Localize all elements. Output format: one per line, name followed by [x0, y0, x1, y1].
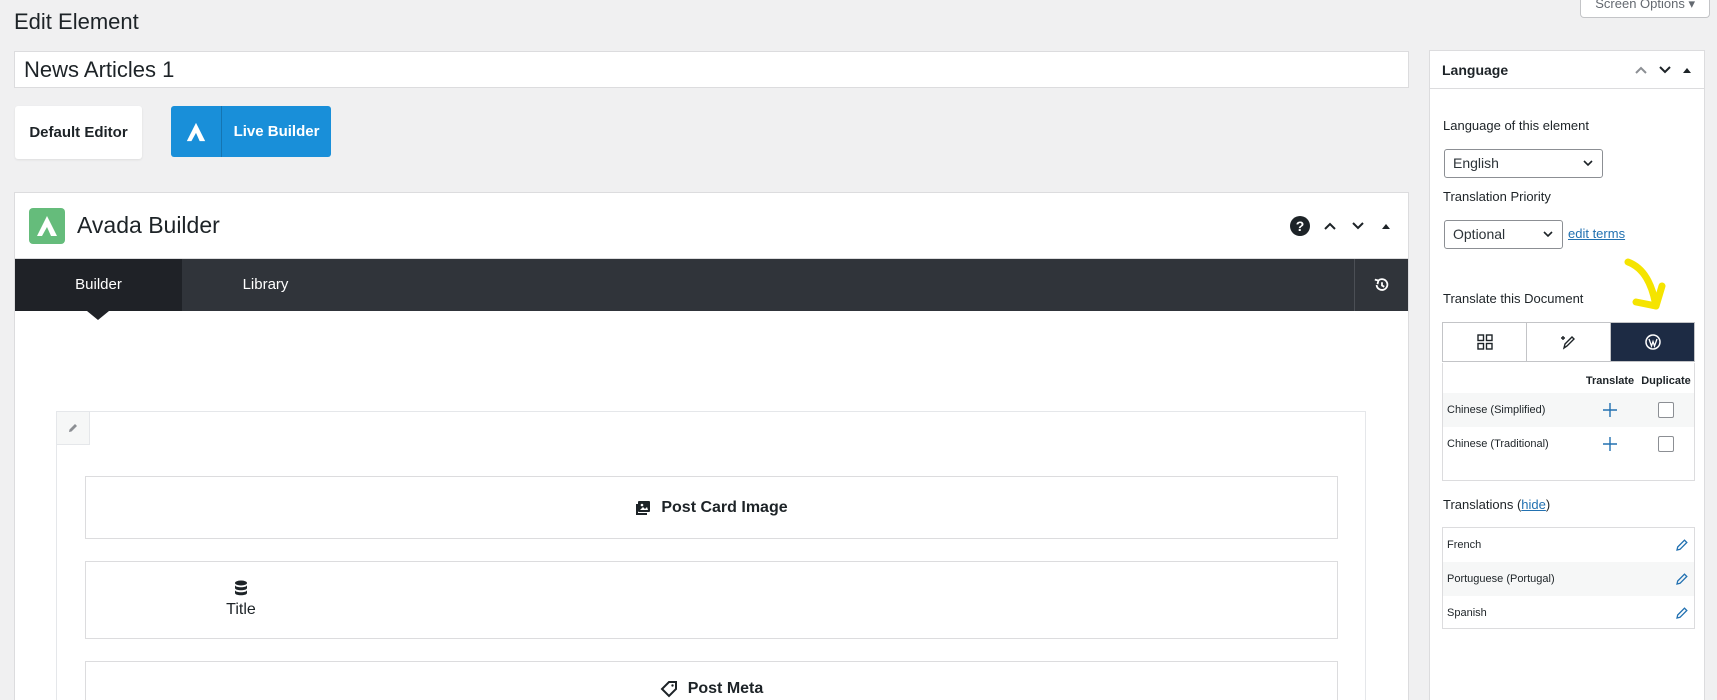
collapse-toggle-icon[interactable] — [1378, 218, 1394, 234]
translate-doc-label: Translate this Document — [1443, 291, 1584, 306]
magic-edit-icon[interactable] — [1527, 323, 1611, 361]
screen-options-button[interactable]: Screen Options ▾ — [1580, 0, 1710, 18]
element-post-meta[interactable]: Post Meta — [85, 661, 1338, 700]
translations-label-text: Translations ( — [1443, 497, 1522, 512]
live-builder-label: Live Builder — [233, 123, 320, 140]
avada-logo-icon — [29, 207, 65, 244]
translations-table: French Portuguese (Portugal) Spanish — [1442, 527, 1695, 629]
language-select-value: English — [1453, 155, 1499, 171]
title-input[interactable] — [14, 51, 1409, 88]
translation-language: French — [1447, 539, 1482, 551]
pencil-icon[interactable] — [57, 412, 90, 445]
language-label: Language of this element — [1443, 118, 1589, 133]
chevron-up-icon[interactable] — [1634, 65, 1648, 75]
list-item: French — [1443, 528, 1694, 562]
col-duplicate: Duplicate — [1641, 375, 1691, 387]
language-metabox: Language Language of this element Englis… — [1429, 50, 1705, 700]
avada-logo-icon — [171, 106, 222, 157]
plus-icon[interactable] — [1582, 436, 1638, 452]
table-row: Chinese (Simplified) — [1443, 393, 1694, 427]
chevron-down-icon[interactable] — [1658, 65, 1672, 75]
priority-label: Translation Priority — [1443, 189, 1551, 204]
priority-select-value: Optional — [1453, 226, 1506, 242]
language-select[interactable]: English — [1444, 149, 1603, 178]
duplicate-checkbox[interactable] — [1638, 436, 1694, 452]
hide-link[interactable]: hide — [1521, 497, 1546, 512]
wordpress-icon[interactable] — [1611, 323, 1694, 361]
tab-library[interactable]: Library — [182, 259, 349, 311]
priority-select[interactable]: Optional — [1444, 220, 1563, 249]
help-icon[interactable]: ? — [1290, 215, 1310, 236]
list-item: Spanish — [1443, 596, 1694, 630]
row-language: Chinese (Simplified) — [1447, 404, 1546, 416]
chevron-down-icon[interactable] — [1350, 218, 1366, 234]
chevron-up-icon[interactable] — [1322, 218, 1338, 234]
element-post-card-image[interactable]: Post Card Image — [85, 476, 1338, 539]
tag-icon — [660, 681, 677, 698]
pencil-icon[interactable] — [1675, 572, 1689, 586]
chevron-down-icon — [1583, 160, 1593, 167]
avada-builder-panel: Avada Builder ? Builder Library Post Car… — [14, 192, 1409, 700]
edit-terms-link[interactable]: edit terms — [1568, 226, 1625, 241]
page-title: Edit Element — [14, 9, 139, 34]
image-icon — [636, 500, 651, 515]
plus-icon[interactable] — [1582, 402, 1638, 418]
history-icon[interactable] — [1354, 259, 1408, 311]
builder-nav: Builder Library — [15, 259, 1408, 320]
element-label: Title — [226, 601, 256, 618]
col-translate: Translate — [1585, 375, 1635, 387]
translations-label: Translations (hide) — [1443, 497, 1550, 512]
tab-builder[interactable]: Builder — [15, 259, 182, 320]
pencil-icon[interactable] — [1675, 538, 1689, 552]
translations-label-close: ) — [1545, 497, 1551, 512]
translate-mode-tabs — [1442, 322, 1695, 362]
translate-table: Translate Duplicate Chinese (Simplified)… — [1442, 363, 1695, 481]
element-title[interactable]: Title — [85, 561, 1338, 639]
collapse-toggle-icon[interactable] — [1682, 66, 1692, 74]
default-editor-button[interactable]: Default Editor — [15, 106, 142, 159]
table-row: Chinese (Traditional) — [1443, 427, 1694, 461]
arrow-annotation-icon — [1624, 258, 1666, 310]
list-item: Portuguese (Portugal) — [1443, 562, 1694, 596]
grid-icon[interactable] — [1443, 323, 1527, 361]
row-language: Chinese (Traditional) — [1447, 438, 1549, 450]
builder-title: Avada Builder — [77, 212, 220, 238]
translation-language: Portuguese (Portugal) — [1447, 573, 1555, 585]
live-builder-button[interactable]: Live Builder — [171, 106, 331, 157]
element-label: Post Card Image — [661, 498, 788, 516]
database-icon — [235, 580, 247, 596]
metabox-title: Language — [1442, 61, 1509, 78]
builder-container: Post Card Image Title Post Meta — [56, 411, 1366, 700]
duplicate-checkbox[interactable] — [1638, 402, 1694, 418]
pencil-icon[interactable] — [1675, 606, 1689, 620]
element-label: Post Meta — [687, 680, 764, 697]
chevron-down-icon — [1543, 231, 1553, 238]
translation-language: Spanish — [1447, 607, 1487, 619]
builder-header: Avada Builder ? — [15, 193, 1408, 259]
